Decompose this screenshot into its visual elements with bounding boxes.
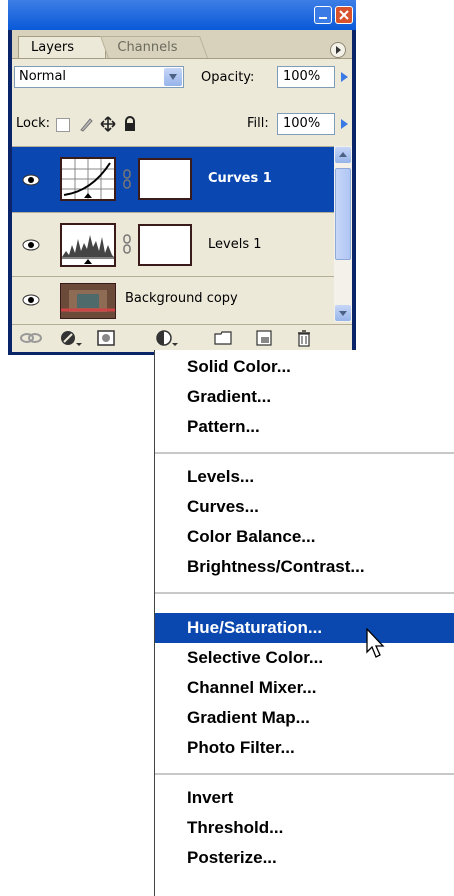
menu-item-pattern[interactable]: Pattern... [155,412,454,442]
menu-item-color-balance[interactable]: Color Balance... [155,522,454,552]
menu-item-threshold[interactable]: Threshold... [155,813,454,843]
blend-mode-select[interactable]: Normal [14,66,184,88]
layer-list: Curves 1 Levels 1 Background copy [12,146,334,322]
mouse-pointer-icon [365,627,387,660]
layer-row-background-copy[interactable]: Background copy [12,276,334,322]
layer-row-curves[interactable]: Curves 1 [12,146,334,212]
fill-input[interactable]: 100% [277,113,335,135]
close-button[interactable] [335,6,353,24]
menu-item-posterize[interactable]: Posterize... [155,843,454,873]
fill-label: Fill: [247,116,269,131]
tab-row: Layers Channels [12,30,352,59]
tab-layers[interactable]: Layers [18,36,106,58]
trash-icon[interactable] [295,329,313,347]
layer-row-levels[interactable]: Levels 1 [12,212,334,276]
lock-label: Lock: [16,116,51,131]
image-thumbnail [60,283,116,319]
layers-bottom-toolbar [12,324,352,351]
tab-channels[interactable]: Channels [99,36,209,58]
opacity-label: Opacity: [201,70,255,85]
minimize-button[interactable] [314,6,332,24]
close-icon [339,10,349,20]
menu-item-levels[interactable]: Levels... [155,462,454,492]
layers-scrollbar[interactable] [334,146,352,322]
menu-item-selective-color[interactable]: Selective Color... [155,643,454,673]
menu-separator [155,592,454,594]
lock-image-pixels-icon[interactable] [78,116,94,132]
layer-name: Background copy [125,291,238,306]
lock-all-icon[interactable] [122,116,138,132]
layer-name: Curves 1 [208,171,272,186]
chain-link-icon[interactable] [122,234,132,254]
layers-panel-window: Layers Channels Normal Opacity: 100% Loc… [8,0,356,355]
layer-name: Levels 1 [208,237,262,252]
layer-mask-thumbnail[interactable] [138,158,192,200]
panel-menu-button[interactable] [330,42,346,58]
menu-item-solid-color[interactable]: Solid Color... [155,352,454,382]
adjustment-layer-menu: Solid Color... Gradient... Pattern... Le… [154,350,454,896]
link-layers-icon[interactable] [20,329,42,347]
photo-thumbnail-icon [61,284,115,318]
opacity-slider-arrow-icon[interactable] [336,66,352,88]
scroll-thumb[interactable] [335,168,351,260]
menu-separator [155,452,454,454]
chain-link-icon[interactable] [122,169,132,189]
menu-item-brightness-contrast[interactable]: Brightness/Contrast... [155,552,454,582]
tab-channels-label: Channels [117,40,178,55]
layer-mask-thumbnail[interactable] [138,224,192,266]
eye-icon[interactable] [20,173,42,187]
menu-item-gradient-map[interactable]: Gradient Map... [155,703,454,733]
histogram-icon [62,235,114,264]
menu-item-photo-filter[interactable]: Photo Filter... [155,733,454,763]
lock-transparent-pixels-icon[interactable] [56,118,70,132]
menu-item-channel-mixer[interactable]: Channel Mixer... [155,673,454,703]
new-group-folder-icon[interactable] [214,329,232,347]
menu-item-invert[interactable]: Invert [155,783,454,813]
menu-item-curves[interactable]: Curves... [155,492,454,522]
menu-item-hue-saturation[interactable]: Hue/Saturation... [155,613,454,643]
fill-slider-arrow-icon[interactable] [336,113,352,135]
lock-position-icon[interactable] [100,116,116,132]
chevron-down-icon[interactable] [164,68,182,86]
new-layer-icon[interactable] [255,329,273,347]
eye-icon[interactable] [20,238,42,252]
curves-adjustment-thumbnail [60,157,116,201]
panel-titlebar[interactable] [8,0,356,30]
menu-item-gradient[interactable]: Gradient... [155,382,454,412]
curves-icon [62,159,114,199]
layer-style-icon[interactable] [60,329,82,347]
levels-adjustment-thumbnail [60,223,116,267]
opacity-input[interactable]: 100% [277,66,335,88]
panel-body: Layers Channels Normal Opacity: 100% Loc… [12,30,352,352]
scroll-up-arrow-icon[interactable] [335,147,351,163]
new-adjustment-layer-icon[interactable] [156,329,178,347]
blend-mode-value: Normal [19,69,67,84]
menu-separator [155,773,454,775]
eye-icon[interactable] [20,293,42,307]
scroll-down-arrow-icon[interactable] [335,305,351,321]
add-mask-icon[interactable] [97,329,115,347]
